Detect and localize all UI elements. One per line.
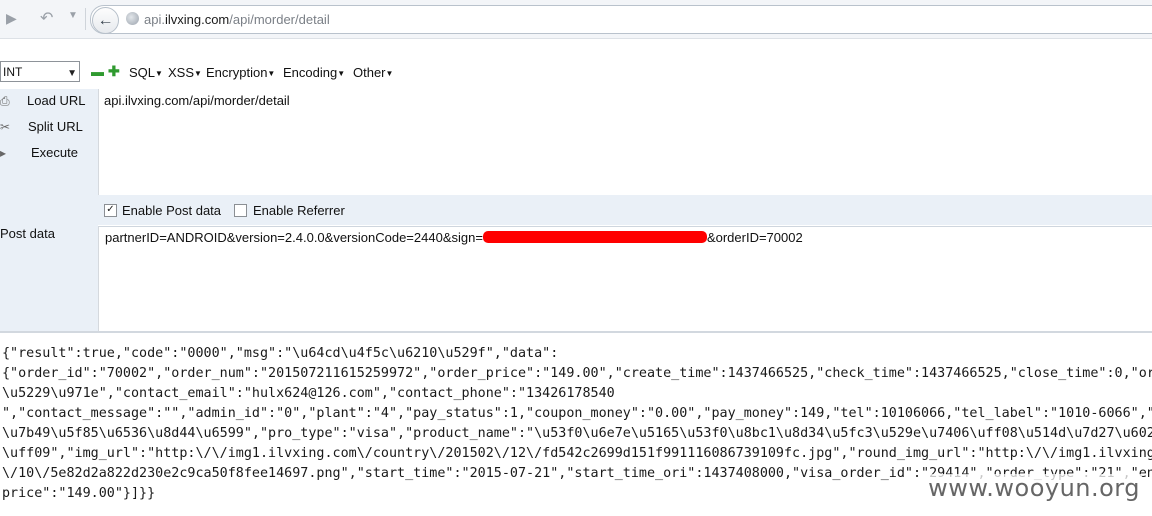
globe-icon (126, 12, 139, 25)
toolbar-separator (85, 8, 86, 30)
browser-toolbar: ▶ ↶ ▼ ← api.ilvxing.com/api/morder/detai… (0, 0, 1152, 39)
menu-xss[interactable]: XSS▼ (168, 65, 202, 80)
options-row: ✓ Enable Post data Enable Referrer (98, 195, 1152, 225)
response-line: {"result":true,"code":"0000","msg":"\u64… (2, 346, 559, 361)
response-line: \u7b49\u5f85\u6536\u8d44\u6599","pro_typ… (2, 426, 1152, 441)
menu-encoding[interactable]: Encoding▼ (283, 65, 345, 80)
chevron-down-icon[interactable]: ▼ (68, 10, 78, 21)
response-line: \u5229\u971e","contact_email":"hulx624@1… (2, 386, 615, 401)
forward-icon[interactable]: ▶ (6, 10, 17, 27)
undo-icon[interactable]: ↶ (40, 8, 53, 28)
increase-icon[interactable]: ✚ (108, 63, 120, 80)
post-data-label: Post data (0, 226, 55, 241)
response-line: {"order_id":"70002","order_num":"2015072… (2, 366, 1152, 381)
dropdown-arrow-icon: ▼ (67, 68, 77, 79)
menu-sql[interactable]: SQL▼ (129, 65, 163, 80)
post-data-value: partnerID=ANDROID&version=2.4.0.0&versio… (105, 230, 803, 245)
url-textarea-value: api.ilvxing.com/api/morder/detail (104, 93, 290, 108)
back-button[interactable]: ← (92, 7, 119, 34)
enable-post-checkbox[interactable]: ✓ (104, 204, 117, 217)
watermark: www.wooyun.org (926, 474, 1142, 502)
execute-icon: ▸ (0, 146, 7, 160)
decrease-icon[interactable]: ▬ (91, 64, 104, 79)
enable-referrer-checkbox[interactable] (234, 204, 247, 217)
address-bar-url[interactable]: api.ilvxing.com/api/morder/detail (144, 12, 330, 27)
enable-referrer-label[interactable]: Enable Referrer (253, 203, 345, 218)
response-line: ","contact_message":"","admin_id":"0","p… (2, 406, 1152, 421)
menu-encryption[interactable]: Encryption▼ (206, 65, 275, 80)
split-url-icon: ✂ (0, 120, 11, 134)
redaction-mark (482, 231, 707, 243)
url-textarea[interactable]: api.ilvxing.com/api/morder/detail (98, 89, 1152, 195)
type-select[interactable]: INT ▼ (0, 61, 80, 82)
back-arrow-icon: ← (97, 11, 114, 29)
divider (0, 331, 1152, 333)
menu-other[interactable]: Other▼ (353, 65, 393, 80)
load-url-icon: ⎙ (0, 94, 10, 108)
response-line: \uff09","img_url":"http:\/\/img1.ilvxing… (2, 446, 1152, 461)
hackbar-toolbar: INT ▼ ▬ ✚ SQL▼ XSS▼ Encryption▼ Encoding… (0, 60, 1152, 86)
enable-post-label[interactable]: Enable Post data (122, 203, 221, 218)
post-data-textarea[interactable]: partnerID=ANDROID&version=2.4.0.0&versio… (98, 226, 1152, 331)
address-bar[interactable]: ← api.ilvxing.com/api/morder/detail (90, 5, 1152, 34)
